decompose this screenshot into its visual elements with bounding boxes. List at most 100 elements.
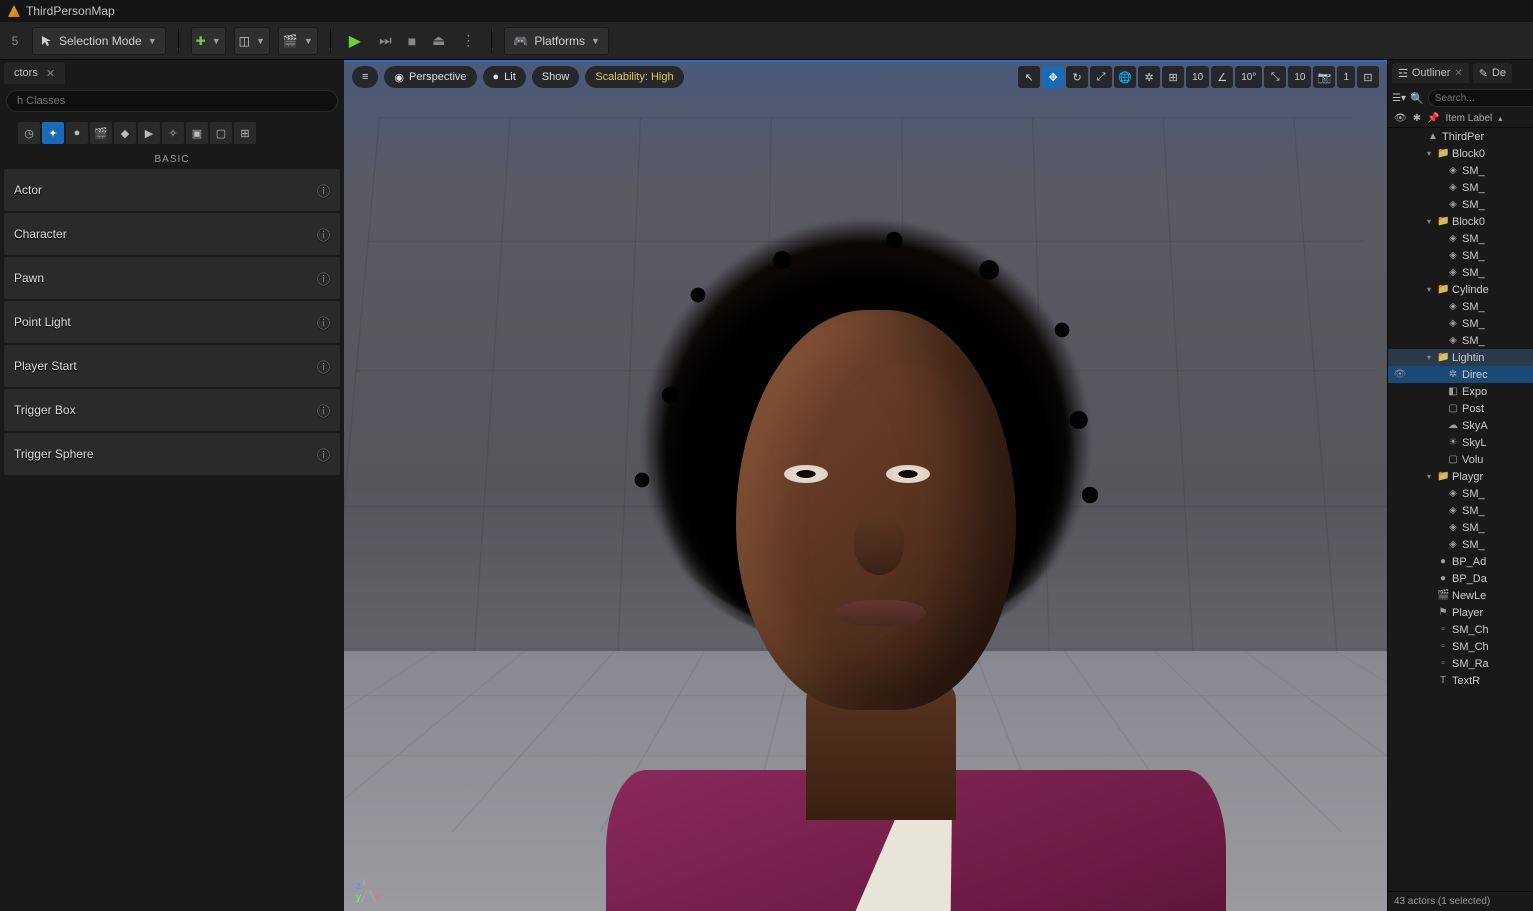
grid-snap-value[interactable]: 10 [1186,66,1209,88]
play-button[interactable]: ▶ [343,31,367,51]
outliner-tab[interactable]: ☲ Outliner ✕ [1392,63,1469,83]
step-button[interactable]: ⏭ [375,32,396,49]
item-label-header[interactable]: Item Label [1446,113,1493,124]
outliner-row[interactable]: ☁SkyA [1388,417,1533,434]
actor-class-item[interactable]: Player Startⓘ [4,345,340,387]
toolbar-mode-indicator[interactable]: 5 [6,34,24,48]
outliner-row[interactable]: ▢Volu [1388,451,1533,468]
geometry-category-icon[interactable]: ▣ [186,122,208,144]
play-options-button[interactable]: ⋮ [457,32,479,49]
lit-dropdown[interactable]: ● Lit [483,66,526,88]
outliner-row[interactable]: ●BP_Ad [1388,553,1533,570]
angle-snap-toggle[interactable]: ∠ [1211,66,1233,88]
help-icon[interactable]: ⓘ [317,181,330,200]
viewport-scene[interactable]: z╹ y╱ ╲x [344,60,1387,911]
basic-category-icon[interactable]: ✦ [42,122,64,144]
outliner-row[interactable]: ▾📁Block0 [1388,213,1533,230]
select-tool[interactable]: ↖ [1018,66,1040,88]
outliner-row[interactable]: ▲ThirdPer [1388,128,1533,145]
fx-category-icon[interactable]: ✧ [162,122,184,144]
selection-mode-dropdown[interactable]: Selection Mode ▼ [32,27,166,55]
grid-snap-toggle[interactable]: ⊞ [1162,66,1184,88]
actor-class-item[interactable]: Pawnⓘ [4,257,340,299]
bookmark-column-icon[interactable]: 📌 [1427,113,1439,124]
scale-snap-value[interactable]: 10 [1288,66,1311,88]
visibility-toggle[interactable]: 👁 [1392,369,1408,380]
actor-class-item[interactable]: Characterⓘ [4,213,340,255]
outliner-row[interactable]: ◈SM_ [1388,179,1533,196]
outliner-row[interactable]: ▾📁Cylinde [1388,281,1533,298]
outliner-row[interactable]: ◈SM_ [1388,519,1533,536]
outliner-row[interactable]: ◈SM_ [1388,315,1533,332]
outliner-row[interactable]: ◈SM_ [1388,264,1533,281]
outliner-row[interactable]: ▫SM_Ra [1388,655,1533,672]
outliner-row[interactable]: ▫SM_Ch [1388,638,1533,655]
stop-button[interactable]: ■ [404,33,420,49]
angle-snap-value[interactable]: 10° [1235,66,1262,88]
translate-tool[interactable]: ✥ [1042,66,1064,88]
outliner-row[interactable]: ●BP_Da [1388,570,1533,587]
media-category-icon[interactable]: ▶ [138,122,160,144]
recent-category-icon[interactable]: ◷ [18,122,40,144]
surface-snap-button[interactable]: ✲ [1138,66,1160,88]
expand-arrow-icon[interactable]: ▾ [1424,149,1434,158]
actor-class-item[interactable]: Trigger Sphereⓘ [4,433,340,475]
outliner-row[interactable]: TTextR [1388,672,1533,689]
help-icon[interactable]: ⓘ [317,401,330,420]
outliner-row[interactable]: ◈SM_ [1388,485,1533,502]
scale-snap-toggle[interactable]: ⤡ [1264,66,1286,88]
cinematic-category-icon[interactable]: 🎬 [90,122,112,144]
help-icon[interactable]: ⓘ [317,225,330,244]
outliner-row[interactable]: ⚑Player [1388,604,1533,621]
filter-button[interactable]: ☰▾ [1392,93,1406,104]
show-dropdown[interactable]: Show [532,66,580,88]
expand-arrow-icon[interactable]: ▾ [1424,217,1434,226]
world-local-toggle[interactable]: 🌐 [1114,66,1136,88]
actor-class-item[interactable]: Trigger Boxⓘ [4,389,340,431]
viewport-options-button[interactable]: ≡ [352,66,378,88]
scalability-indicator[interactable]: Scalability: High [585,66,683,88]
close-icon[interactable]: ✕ [46,67,55,80]
help-icon[interactable]: ⓘ [317,445,330,464]
blueprint-button[interactable]: ◫▼ [234,27,270,55]
outliner-row[interactable]: ◈SM_ [1388,298,1533,315]
add-content-button[interactable]: ✚▼ [191,27,226,55]
eject-button[interactable]: ⏏ [428,32,449,49]
outliner-row[interactable]: ▾📁Block0 [1388,145,1533,162]
actor-class-item[interactable]: Actorⓘ [4,169,340,211]
scale-tool[interactable]: ⤢ [1090,66,1112,88]
class-search-input[interactable] [6,90,338,112]
outliner-row[interactable]: ◈SM_ [1388,162,1533,179]
close-icon[interactable]: ✕ [1454,68,1462,79]
outliner-row[interactable]: ▾📁Lightin [1388,349,1533,366]
help-icon[interactable]: ⓘ [317,357,330,376]
all-category-icon[interactable]: ⊞ [234,122,256,144]
details-tab[interactable]: ✎ De [1473,63,1512,83]
help-icon[interactable]: ⓘ [317,269,330,288]
outliner-row[interactable]: ◈SM_ [1388,247,1533,264]
expand-arrow-icon[interactable]: ▾ [1424,353,1434,362]
pin-column-icon[interactable]: ✱ [1413,113,1421,124]
outliner-row[interactable]: ☀SkyL [1388,434,1533,451]
platforms-dropdown[interactable]: 🎮 Platforms ▼ [504,27,609,55]
rotate-tool[interactable]: ↻ [1066,66,1088,88]
outliner-row[interactable]: 🎬NewLe [1388,587,1533,604]
shapes-category-icon[interactable]: ◆ [114,122,136,144]
outliner-row[interactable]: 👁✲Direc [1388,366,1533,383]
outliner-row[interactable]: ▾📁Playgr [1388,468,1533,485]
expand-arrow-icon[interactable]: ▾ [1424,285,1434,294]
visibility-column-icon[interactable]: 👁 [1394,113,1407,124]
lights-category-icon[interactable]: ● [66,122,88,144]
viewport-maximize-button[interactable]: ⊡ [1357,66,1379,88]
outliner-row[interactable]: ◈SM_ [1388,332,1533,349]
cinematics-button[interactable]: 🎬▼ [278,27,318,55]
outliner-row[interactable]: ▢Post [1388,400,1533,417]
place-actors-tab[interactable]: ctors ✕ [4,62,65,84]
outliner-row[interactable]: ◧Expo [1388,383,1533,400]
expand-arrow-icon[interactable]: ▾ [1424,472,1434,481]
volumes-category-icon[interactable]: ▢ [210,122,232,144]
help-icon[interactable]: ⓘ [317,313,330,332]
outliner-row[interactable]: ◈SM_ [1388,230,1533,247]
camera-speed-button[interactable]: 📷 [1313,66,1335,88]
viewport[interactable]: z╹ y╱ ╲x ≡ ◉ Perspective ● Lit Show Scal… [344,60,1387,911]
